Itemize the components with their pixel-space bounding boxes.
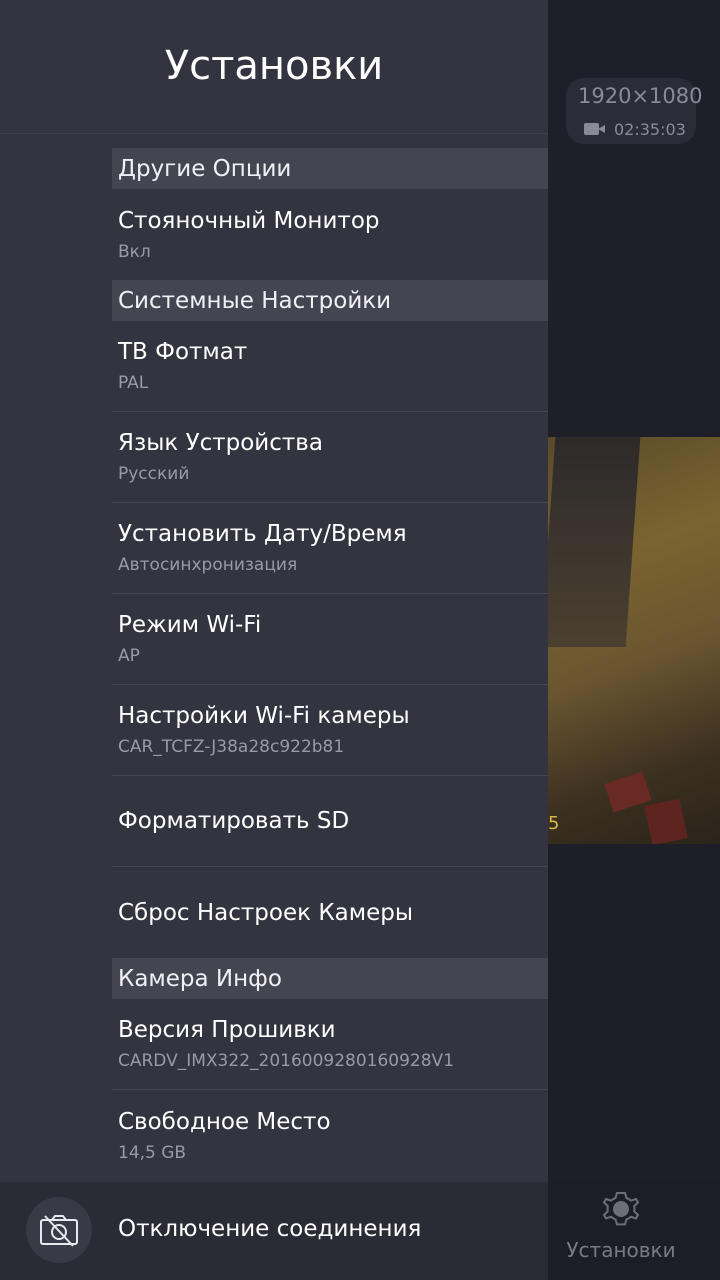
- tab-settings[interactable]: Установки: [560, 1186, 682, 1262]
- setting-title: Язык Устройства: [118, 430, 323, 456]
- record-time-row: 02:35:03: [584, 118, 686, 140]
- camera-preview[interactable]: 5: [548, 437, 720, 844]
- section-header-camera-info: Камера Инфо: [112, 958, 548, 999]
- setting-value: 14,5 GB: [118, 1142, 187, 1163]
- section-header-system: Системные Настройки: [112, 280, 548, 321]
- setting-title: Установить Дату/Время: [118, 521, 407, 547]
- setting-value: Русский: [118, 464, 190, 484]
- setting-title: Настройки Wi-Fi камеры: [118, 703, 410, 729]
- camera-off-icon: [40, 1215, 78, 1247]
- app-screen: 1920×1080 02:35:03 5 Установки Установки: [0, 0, 720, 1280]
- disconnect-button[interactable]: [26, 1197, 92, 1263]
- setting-wifi-mode[interactable]: Режим Wi-Fi AP: [112, 594, 548, 685]
- preview-stamp: 5: [548, 813, 560, 834]
- setting-value: Вкл: [118, 241, 151, 262]
- setting-title: Сброс Настроек Камеры: [118, 899, 414, 926]
- disconnect-label: Отключение соединения: [118, 1216, 422, 1242]
- setting-title: Режим Wi-Fi: [118, 612, 262, 638]
- setting-free-space[interactable]: Свободное Место 14,5 GB: [112, 1090, 548, 1181]
- setting-value: CAR_TCFZ-J38a28c922b81: [118, 737, 345, 757]
- tab-settings-label: Установки: [566, 1238, 676, 1262]
- setting-title: Стояночный Монитор: [118, 207, 380, 234]
- setting-wifi-camera[interactable]: Настройки Wi-Fi камеры CAR_TCFZ-J38a28c9…: [112, 685, 548, 776]
- disconnect-bar[interactable]: Отключение соединения: [0, 1182, 548, 1280]
- video-camera-icon: [584, 122, 606, 136]
- setting-title: Форматировать SD: [118, 808, 350, 834]
- setting-value: CARDV_IMX322_2016009280160928V1: [118, 1051, 455, 1071]
- section-header-other: Другие Опции: [112, 148, 548, 189]
- setting-format-sd[interactable]: Форматировать SD: [112, 776, 548, 867]
- setting-firmware[interactable]: Версия Прошивки CARDV_IMX322_20160092801…: [112, 999, 548, 1090]
- resolution-label: 1920×1080: [578, 84, 703, 108]
- setting-reset-camera[interactable]: Сброс Настроек Камеры: [112, 867, 548, 958]
- gear-icon: [598, 1186, 644, 1232]
- drawer-header: Установки: [0, 0, 548, 134]
- drawer-title: Установки: [164, 42, 384, 89]
- setting-title: Свободное Место: [118, 1108, 331, 1135]
- setting-language[interactable]: Язык Устройства Русский: [112, 412, 548, 503]
- setting-value: AP: [118, 646, 140, 666]
- setting-value: PAL: [118, 373, 149, 393]
- setting-title: ТВ Фотмат: [118, 339, 248, 365]
- setting-value: Автосинхронизация: [118, 555, 298, 575]
- settings-drawer: Установки Другие Опции Стояночный Монито…: [0, 0, 548, 1280]
- settings-list: Другие Опции Стояночный Монитор Вкл Сист…: [112, 134, 548, 1181]
- record-time: 02:35:03: [614, 119, 686, 139]
- setting-tv-format[interactable]: ТВ Фотмат PAL: [112, 321, 548, 412]
- setting-parking-monitor[interactable]: Стояночный Монитор Вкл: [112, 189, 548, 280]
- setting-title: Версия Прошивки: [118, 1017, 336, 1043]
- setting-datetime[interactable]: Установить Дату/Время Автосинхронизация: [112, 503, 548, 594]
